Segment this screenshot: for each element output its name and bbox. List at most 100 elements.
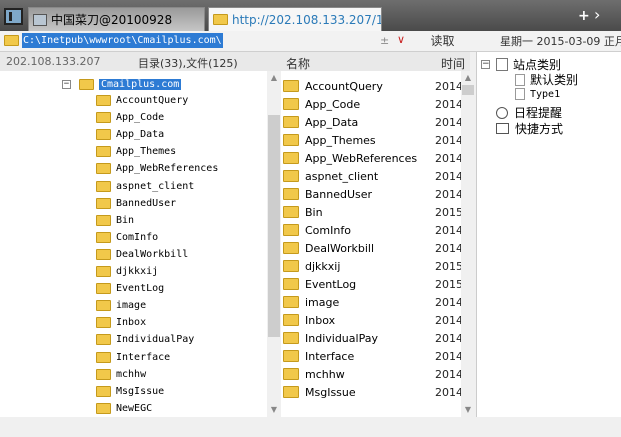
item-time: 2014 — [435, 115, 463, 129]
tree-folder-item[interactable]: App_Code — [96, 109, 164, 126]
list-item[interactable]: Inbox 2014 — [283, 311, 463, 329]
item-name: App_Code — [305, 97, 361, 111]
folder-icon — [96, 146, 111, 158]
tree-folder-item[interactable]: AccountQuery — [96, 92, 188, 109]
column-header-name[interactable]: 名称 — [286, 55, 310, 72]
list-item[interactable]: djkkxij 2015 — [283, 257, 463, 275]
folder-icon — [96, 197, 111, 209]
scroll-thumb[interactable] — [268, 115, 280, 337]
item-name: image — [305, 295, 340, 309]
tab-caidao[interactable]: 中国菜刀@20100928 — [28, 7, 205, 31]
list-item[interactable]: MsgIssue 2014 — [283, 383, 463, 401]
tree-folder-item[interactable]: NewEGC — [96, 400, 152, 417]
list-item[interactable]: aspnet_client 2014 — [283, 167, 463, 185]
tab-shell-url[interactable]: http://202.108.133.207/13.a... — [208, 7, 382, 31]
folder-icon — [283, 134, 299, 146]
tree-folder-item[interactable]: DealWorkbill — [96, 246, 188, 263]
list-item[interactable]: App_Themes 2014 — [283, 131, 463, 149]
tree-folder-label: mchhw — [116, 368, 147, 380]
tree-folder-item[interactable]: mchhw — [96, 366, 146, 383]
list-item[interactable]: BannedUser 2014 — [283, 185, 463, 203]
item-time: 2014 — [435, 367, 463, 381]
scroll-up-icon[interactable]: ▲ — [461, 71, 475, 85]
tree-folder-label: image — [116, 300, 147, 312]
list-item[interactable]: DealWorkbill 2014 — [283, 239, 463, 257]
tree-folder-item[interactable]: EventLog — [96, 280, 164, 297]
list-scrollbar[interactable]: ▲ ▼ — [461, 71, 475, 417]
clock-icon — [496, 106, 508, 119]
tree-folder-item[interactable]: djkkxij — [96, 263, 158, 280]
tree-folder-label: Bin — [116, 214, 135, 226]
list-item[interactable]: mchhw 2014 — [283, 365, 463, 383]
list-item[interactable]: App_WebReferences 2014 — [283, 149, 463, 167]
list-item[interactable]: App_Code 2014 — [283, 95, 463, 113]
collapse-icon[interactable]: − — [481, 60, 490, 69]
tree-schedule[interactable]: 日程提醒 — [496, 104, 562, 121]
dropdown-toggle-icon[interactable]: ± — [380, 34, 389, 47]
folder-open-icon — [79, 79, 94, 90]
tree-default-category[interactable]: 默认类别 — [515, 71, 578, 88]
tree-folder-item[interactable]: ComInfo — [96, 229, 158, 246]
folder-icon — [283, 224, 299, 236]
collapse-icon[interactable]: − — [62, 80, 71, 89]
tree-scrollbar[interactable]: ▲ ▼ — [267, 71, 281, 417]
list-item[interactable]: EventLog 2015 — [283, 275, 463, 293]
list-item[interactable]: Interface 2014 — [283, 347, 463, 365]
tree-folder-label: App_WebReferences — [116, 163, 219, 175]
path-input[interactable]: C:\Inetpub\wwwroot\Cmailplus.com\ — [22, 33, 223, 48]
folder-icon — [96, 266, 111, 277]
scroll-up-icon[interactable]: ▲ — [267, 71, 281, 85]
scroll-down-icon[interactable]: ▼ — [267, 403, 281, 417]
page-icon — [496, 58, 508, 71]
tree-folder-item[interactable]: App_WebReferences — [96, 160, 218, 177]
item-name: ComInfo — [305, 223, 351, 237]
tree-folder-item[interactable]: App_Data — [96, 126, 164, 143]
tree-folder-label: App_Data — [116, 129, 165, 141]
item-time: 2014 — [435, 385, 463, 399]
scroll-thumb[interactable] — [462, 85, 474, 95]
tree-folder-label: EventLog — [116, 283, 165, 295]
item-name: MsgIssue — [305, 385, 356, 399]
tree-shortcuts[interactable]: 快捷方式 — [496, 120, 563, 137]
chevron-down-icon[interactable]: ∨ — [397, 33, 405, 46]
item-name: AccountQuery — [305, 79, 383, 93]
folder-icon — [283, 152, 299, 164]
list-item[interactable]: ComInfo 2014 — [283, 221, 463, 239]
window-icon[interactable] — [4, 8, 23, 25]
list-item[interactable]: image 2014 — [283, 293, 463, 311]
item-name: Inbox — [305, 313, 336, 327]
tree-folder-item[interactable]: image — [96, 297, 146, 314]
list-item[interactable]: IndividualPay 2014 — [283, 329, 463, 347]
list-item[interactable]: AccountQuery 2014 — [283, 77, 463, 95]
tree-folder-item[interactable]: IndividualPay — [96, 331, 194, 348]
tab-title: 中国菜刀@20100928 — [51, 13, 173, 27]
scroll-down-icon[interactable]: ▼ — [461, 403, 475, 417]
folder-icon — [96, 95, 111, 106]
tree-folder-item[interactable]: Bin — [96, 212, 134, 229]
tree-label: 日程提醒 — [514, 106, 563, 120]
item-time: 2014 — [435, 349, 463, 363]
tree-folder-item[interactable]: aspnet_client — [96, 178, 194, 195]
folder-icon — [96, 300, 111, 312]
item-name: Interface — [305, 349, 355, 363]
list-item[interactable]: App_Data 2014 — [283, 113, 463, 131]
item-name: App_Data — [305, 115, 359, 129]
tree-folder-item[interactable]: BannedUser — [96, 195, 176, 212]
tree-folder-item[interactable]: Interface — [96, 349, 170, 366]
tree-folder-label: Inbox — [116, 317, 147, 329]
item-time: 2014 — [435, 313, 463, 327]
tree-folder-label: MsgIssue — [116, 385, 165, 397]
tree-root[interactable]: − Cmailplus.com — [62, 76, 182, 93]
tree-folder-item[interactable]: Inbox — [96, 314, 146, 331]
list-item[interactable]: Bin 2015 — [283, 203, 463, 221]
tree-folder-item[interactable]: MsgIssue — [96, 383, 164, 400]
new-tab-icon[interactable]: + — [578, 8, 590, 24]
chevron-right-icon[interactable]: › — [594, 5, 600, 24]
column-header-time[interactable]: 时间 — [441, 55, 465, 72]
tree-type1[interactable]: Type1 — [515, 88, 560, 100]
tree-folder-label: Interface — [116, 351, 171, 363]
read-button[interactable]: 读取 — [418, 32, 467, 50]
item-name: EventLog — [305, 277, 357, 291]
bottom-bar — [0, 417, 621, 437]
tree-folder-item[interactable]: App_Themes — [96, 143, 176, 160]
